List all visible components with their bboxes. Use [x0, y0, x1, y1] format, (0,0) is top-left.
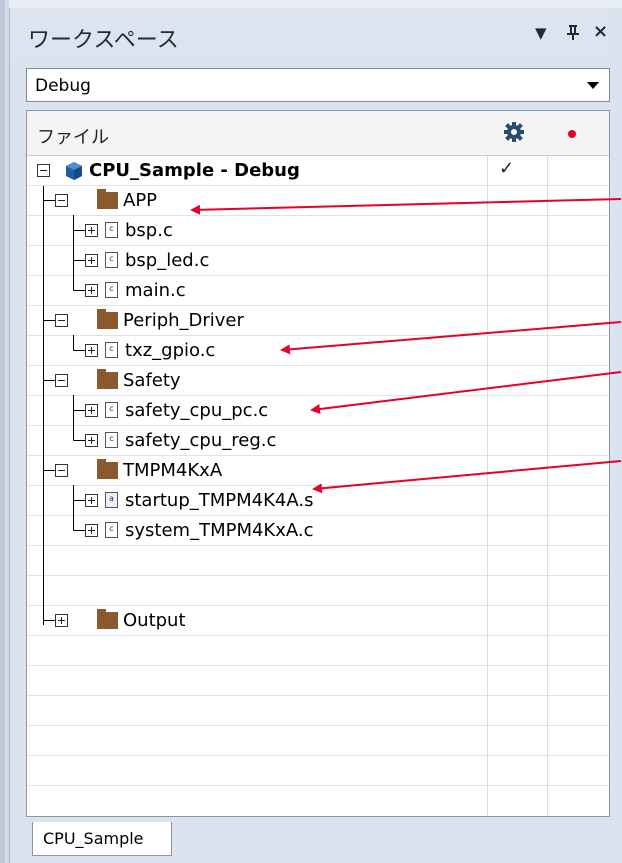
file-name: bsp_led.c — [125, 250, 210, 271]
group-name: Periph_Driver — [123, 310, 244, 331]
collapse-toggle[interactable] — [55, 314, 68, 327]
file-name: bsp.c — [125, 220, 173, 241]
tree-row-file[interactable]: c system_TMPM4KxA.c — [27, 516, 609, 546]
group-name: Safety — [123, 370, 181, 391]
workspace-tabbar: CPU_Sample — [26, 820, 610, 863]
file-name: main.c — [125, 280, 186, 301]
panel-titlebar[interactable]: ワークスペース ▼ × — [10, 10, 610, 58]
c-file-icon: c — [105, 282, 118, 298]
expand-toggle[interactable] — [85, 254, 98, 267]
tree-row-file[interactable]: c main.c — [27, 276, 609, 306]
project-name: CPU_Sample - Debug — [89, 160, 300, 181]
folder-icon — [97, 309, 118, 329]
folder-icon — [97, 609, 118, 629]
tree-row-group[interactable]: Output — [27, 606, 609, 636]
pin-icon[interactable] — [566, 24, 580, 44]
c-file-icon: c — [105, 252, 118, 268]
c-file-icon: c — [105, 222, 118, 238]
gear-icon[interactable] — [503, 121, 525, 143]
red-dot-icon[interactable] — [568, 130, 576, 138]
group-name: APP — [123, 190, 158, 211]
tree-row-file[interactable]: c safety_cpu_reg.c — [27, 426, 609, 456]
expand-toggle[interactable] — [85, 284, 98, 297]
expand-toggle[interactable] — [85, 224, 98, 237]
tree-row-group[interactable]: Periph_Driver — [27, 306, 609, 336]
configuration-select[interactable]: Debug — [26, 68, 610, 102]
tree-row-group[interactable]: APP — [27, 186, 609, 216]
collapse-toggle[interactable] — [37, 164, 50, 177]
collapse-toggle[interactable] — [55, 464, 68, 477]
tree-row-project[interactable]: CPU_Sample - Debug ✓ — [27, 156, 609, 186]
tree-row-file[interactable]: c safety_cpu_pc.c — [27, 396, 609, 426]
folder-icon — [97, 459, 118, 479]
tree-row-group[interactable]: TMPM4KxA — [27, 456, 609, 486]
tree-row-file[interactable]: a startup_TMPM4K4A.s — [27, 486, 609, 516]
expand-toggle[interactable] — [85, 434, 98, 447]
left-scroll-edge — [0, 0, 9, 863]
panel-menu-dropdown-icon[interactable]: ▼ — [535, 24, 547, 42]
c-file-icon: c — [105, 432, 118, 448]
chevron-down-icon[interactable] — [587, 82, 599, 89]
tree-row-file[interactable]: c bsp.c — [27, 216, 609, 246]
collapse-toggle[interactable] — [55, 374, 68, 387]
tree-row-group[interactable]: Safety — [27, 366, 609, 396]
panel-title: ワークスペース — [28, 28, 179, 53]
expand-toggle[interactable] — [85, 344, 98, 357]
expand-toggle[interactable] — [85, 404, 98, 417]
expand-toggle[interactable] — [85, 494, 98, 507]
build-check-icon: ✓ — [499, 158, 515, 179]
group-name: TMPM4KxA — [123, 460, 223, 481]
file-name: startup_TMPM4K4A.s — [125, 490, 314, 511]
folder-icon — [97, 189, 118, 209]
close-icon[interactable]: × — [593, 21, 608, 42]
expand-toggle[interactable] — [55, 614, 68, 627]
tree-row-file[interactable]: c txz_gpio.c — [27, 336, 609, 366]
top-strip — [9, 0, 622, 8]
asm-file-icon: a — [105, 492, 118, 508]
file-name: safety_cpu_pc.c — [125, 400, 269, 421]
project-cube-icon — [66, 162, 82, 180]
expand-toggle[interactable] — [85, 524, 98, 537]
c-file-icon: c — [105, 342, 118, 358]
configuration-value: Debug — [35, 76, 91, 96]
group-name: Output — [123, 610, 186, 631]
file-name: txz_gpio.c — [125, 340, 216, 361]
tab-cpu-sample[interactable]: CPU_Sample — [32, 822, 172, 856]
tab-label: CPU_Sample — [43, 829, 144, 848]
collapse-toggle[interactable] — [55, 194, 68, 207]
c-file-icon: c — [105, 522, 118, 538]
tree-row-file[interactable]: c bsp_led.c — [27, 246, 609, 276]
file-name: system_TMPM4KxA.c — [125, 520, 314, 541]
file-name: safety_cpu_reg.c — [125, 430, 277, 451]
file-tree: ファイル CPU_Sample - Debug ✓ APP c bsp.c c … — [26, 110, 610, 817]
folder-icon — [97, 369, 118, 389]
c-file-icon: c — [105, 402, 118, 418]
